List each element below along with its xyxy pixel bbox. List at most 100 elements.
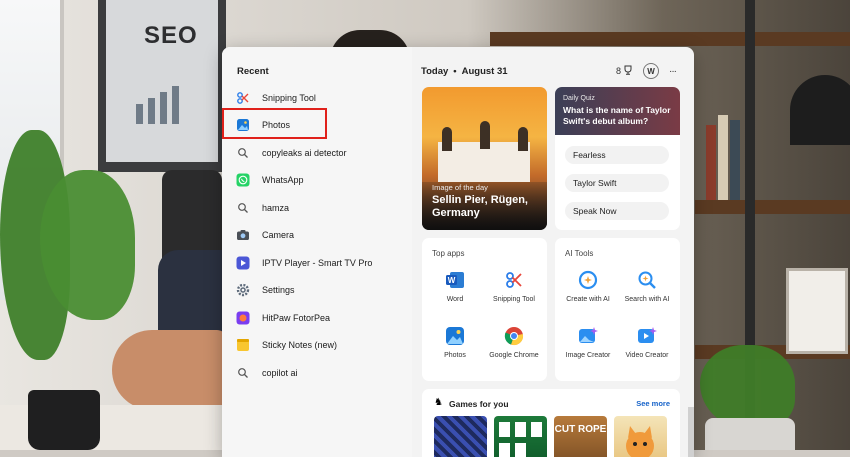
shelf-middle (695, 200, 850, 214)
recent-item-label: Sticky Notes (new) (262, 340, 338, 351)
svg-text:W: W (448, 276, 456, 285)
trophy-icon (623, 65, 633, 77)
quiz-header: Daily Quiz What is the name of Taylor Sw… (555, 87, 680, 135)
top-apps-title: Top apps (432, 249, 465, 258)
app-label: Photos (444, 352, 466, 359)
seo-poster: SEO (98, 0, 226, 172)
ai-tool-label: Image Creator (565, 352, 611, 359)
recent-item-search-copyleaks[interactable]: copyleaks ai detector (236, 139, 406, 167)
recent-item-search-copilot[interactable]: copilot ai (236, 359, 406, 387)
daily-quiz-card: Daily Quiz What is the name of Taylor Sw… (555, 87, 680, 230)
cat-icon (626, 426, 654, 457)
app-word[interactable]: W Word (425, 270, 485, 304)
snipping-tool-icon (504, 270, 524, 290)
recent-item-label: IPTV Player - Smart TV Pro (262, 257, 373, 268)
image-of-the-day-title: Sellin Pier, Rügen, Germany (432, 194, 528, 219)
rewards-points: 8 (615, 66, 621, 76)
recent-item-label: copilot ai (262, 367, 298, 378)
image-of-the-day-card[interactable]: Image of the day Sellin Pier, Rügen, Ger… (422, 87, 547, 230)
ai-tools-card: AI Tools Create with AI Search with AI I… (555, 238, 680, 381)
image-creator-icon (578, 326, 598, 346)
ai-tool-label: Search with AI (624, 296, 670, 303)
iptv-icon (236, 256, 250, 270)
cards-icon (499, 422, 542, 457)
image-of-the-day-caption: Image of the day (432, 183, 488, 192)
games-title: Games for you (449, 399, 509, 409)
video-creator-icon (637, 326, 657, 346)
recent-item-label: Settings (262, 285, 295, 296)
recent-item-hitpaw[interactable]: HitPaw FotorPea (236, 304, 406, 332)
sticky-notes-icon (236, 338, 250, 352)
plant-pot (705, 418, 795, 450)
rewards-button[interactable]: 8 (616, 65, 633, 77)
app-label: Snipping Tool (493, 296, 535, 303)
coffee-mug (28, 390, 100, 450)
header-actions: 8 W ··· (616, 63, 677, 79)
today-date: August 31 (461, 66, 508, 77)
ai-tool-label: Video Creator (625, 352, 669, 359)
recent-item-label: WhatsApp (262, 175, 304, 186)
search-icon (236, 146, 250, 160)
search-ai-icon (637, 270, 657, 290)
games-icon: ♞ (434, 397, 443, 408)
chrome-icon (504, 326, 524, 346)
ai-tools-title: AI Tools (565, 249, 594, 258)
recent-item-iptv-player[interactable]: IPTV Player - Smart TV Pro (236, 249, 406, 277)
app-label: Word (446, 296, 464, 303)
recent-title: Recent (237, 66, 269, 77)
hitpaw-icon (236, 311, 250, 325)
recent-item-sticky-notes[interactable]: Sticky Notes (new) (236, 332, 406, 360)
person-arm (112, 330, 227, 410)
lamp (790, 75, 850, 145)
ai-tool-label: Create with AI (566, 296, 610, 303)
seo-poster-text: SEO (144, 22, 198, 49)
quiz-option[interactable]: Fearless (565, 146, 669, 164)
app-photos[interactable]: Photos (425, 326, 485, 360)
quiz-question: What is the name of Taylor Swift's debut… (563, 105, 671, 126)
recent-item-label: copyleaks ai detector (262, 147, 347, 158)
recent-item-camera[interactable]: Camera (236, 222, 406, 250)
top-apps-card: Top apps W Word Snipping Tool Photos Goo… (422, 238, 547, 381)
photo-frame (786, 268, 848, 354)
see-more-link[interactable]: See more (636, 399, 670, 408)
quiz-label: Daily Quiz (563, 95, 595, 102)
recent-item-label: Camera (262, 230, 295, 241)
recent-item-whatsapp[interactable]: WhatsApp (236, 167, 406, 195)
create-ai-icon (578, 270, 598, 290)
snipping-tool-icon (236, 91, 250, 105)
ai-tool-search[interactable]: Search with AI (617, 270, 677, 304)
today-column: Today • August 31 8 W ··· Image of the day… (412, 47, 694, 457)
recent-item-search-hamza[interactable]: hamza (236, 194, 406, 222)
app-google-chrome[interactable]: Google Chrome (484, 326, 544, 360)
word-icon: W (445, 270, 465, 290)
recent-item-label: hamza (262, 202, 290, 213)
gear-icon (236, 283, 250, 297)
whatsapp-icon (236, 173, 250, 187)
game-tile-cut-the-rope[interactable]: CUT ROPE (554, 416, 607, 457)
game-tile-text: CUT ROPE (554, 424, 607, 435)
ai-tool-create[interactable]: Create with AI (558, 270, 618, 304)
recent-item-settings[interactable]: Settings (236, 277, 406, 305)
shelf-top (490, 32, 850, 46)
photos-highlight-box (222, 108, 327, 139)
recent-item-label: Snipping Tool (262, 92, 316, 103)
app-label: Google Chrome (489, 352, 539, 359)
ai-tool-image-creator[interactable]: Image Creator (558, 326, 618, 360)
game-tile-cat[interactable] (614, 416, 667, 457)
more-options-icon[interactable]: ··· (669, 66, 677, 77)
search-icon (236, 366, 250, 380)
camera-icon (236, 228, 250, 242)
games-card: ♞ Games for you See more CUT ROPE (422, 389, 680, 457)
quiz-option[interactable]: Taylor Swift (565, 174, 669, 192)
avatar[interactable]: W (643, 63, 659, 79)
game-tile-maze[interactable] (434, 416, 487, 457)
today-label: Today (421, 66, 449, 77)
game-tile-solitaire[interactable] (494, 416, 547, 457)
recent-item-label: HitPaw FotorPea (262, 312, 331, 323)
photos-icon (445, 326, 465, 346)
quiz-option[interactable]: Speak Now (565, 202, 669, 220)
search-icon (236, 201, 250, 215)
today-header: Today • August 31 (421, 66, 508, 77)
app-snipping-tool[interactable]: Snipping Tool (484, 270, 544, 304)
ai-tool-video-creator[interactable]: Video Creator (617, 326, 677, 360)
